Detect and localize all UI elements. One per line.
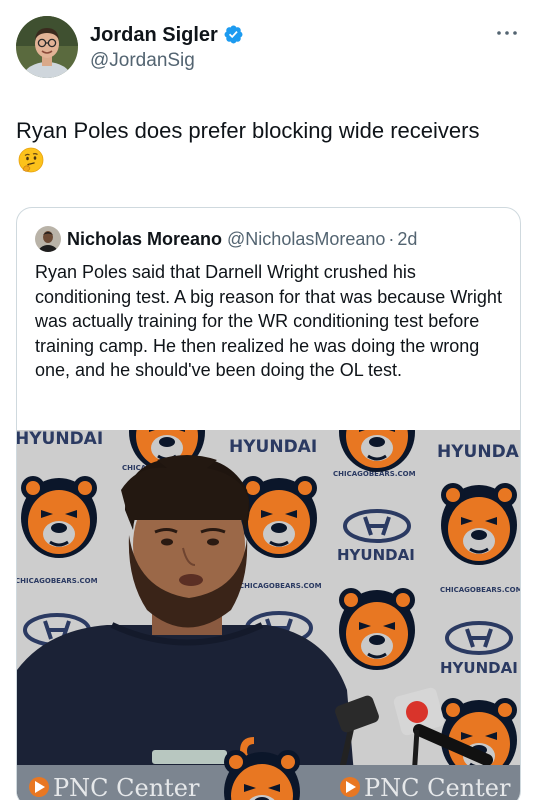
podium-banner-text: PNC Center bbox=[53, 774, 200, 800]
quoted-author-display-name: Nicholas Moreano bbox=[67, 228, 223, 249]
author-name-row: Jordan Sigler bbox=[90, 22, 244, 48]
backdrop-brand-text: HYUNDAI bbox=[229, 437, 317, 457]
bears-logo-icon bbox=[222, 748, 302, 800]
ellipsis-icon[interactable] bbox=[495, 28, 519, 38]
quoted-tweet-photo[interactable]: HYUNDAI HYUNDAI HYUNDAI HYUNDAI HYUNDAI … bbox=[17, 430, 521, 800]
author-avatar[interactable] bbox=[16, 16, 78, 78]
backdrop-url-text: CHICAGOBEARS.COM bbox=[239, 582, 322, 590]
verified-badge-icon[interactable] bbox=[223, 24, 244, 45]
bears-logo-icon bbox=[239, 474, 319, 560]
author-display-name[interactable]: Jordan Sigler bbox=[90, 22, 218, 48]
backdrop-brand-text: HYUNDAI bbox=[337, 546, 415, 564]
backdrop-brand-text: HYUNDAI bbox=[440, 659, 518, 677]
thinking-face-icon bbox=[18, 147, 44, 173]
backdrop-brand-text: HYUNDAI bbox=[17, 430, 103, 449]
tweet-text: Ryan Poles does prefer blocking wide rec… bbox=[16, 118, 480, 143]
tweet-author: Jordan Sigler @JordanSig bbox=[16, 16, 244, 78]
quoted-tweet-time: 2d bbox=[397, 228, 418, 249]
time-separator: · bbox=[388, 228, 395, 249]
author-handle[interactable]: @JordanSig bbox=[90, 49, 244, 73]
podium-banner-text: PNC Center bbox=[364, 774, 511, 800]
backdrop-url-text: CHICAGOBEARS.COM bbox=[440, 586, 521, 594]
quoted-tweet-card[interactable]: Nicholas Moreano @NicholasMoreano · 2d R… bbox=[16, 207, 521, 800]
quoted-author-avatar bbox=[35, 226, 61, 252]
quoted-author-handle: @NicholasMoreano bbox=[227, 228, 386, 249]
bears-logo-icon bbox=[337, 586, 417, 672]
bears-logo-icon bbox=[19, 474, 99, 560]
backdrop-brand-text: HYUNDAI bbox=[437, 442, 521, 462]
quoted-tweet-text: Ryan Poles said that Darnell Wright crus… bbox=[35, 262, 502, 381]
bears-logo-icon bbox=[439, 481, 519, 567]
author-names: Jordan Sigler @JordanSig bbox=[90, 22, 244, 73]
backdrop-url-text: CHICAGOBEARS.COM bbox=[17, 577, 98, 585]
quoted-tweet-header: Nicholas Moreano @NicholasMoreano · 2d bbox=[35, 226, 417, 252]
